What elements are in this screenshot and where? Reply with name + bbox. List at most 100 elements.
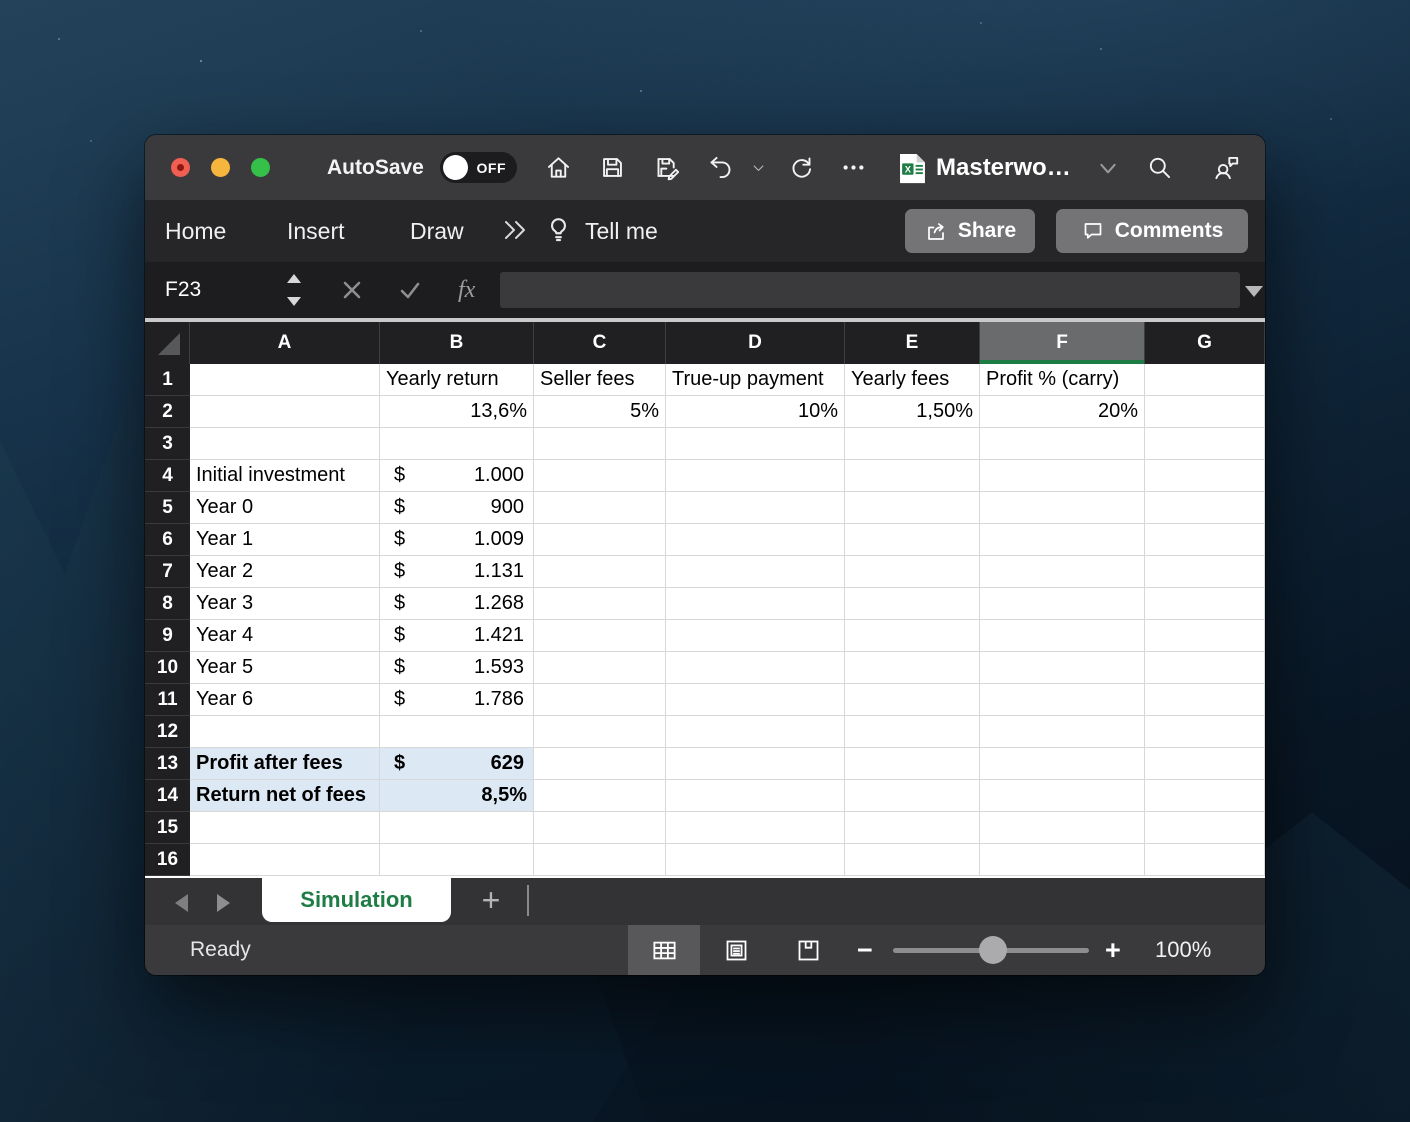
cell-B8[interactable]: $1.268 — [380, 588, 534, 620]
cell-B11[interactable]: $1.786 — [380, 684, 534, 716]
comments-button[interactable]: Comments — [1056, 209, 1248, 253]
undo-dropdown-chevron-icon[interactable] — [751, 161, 766, 176]
autosave-toggle[interactable]: OFF — [440, 152, 517, 183]
cell-C8[interactable] — [534, 588, 666, 620]
page-layout-view-button[interactable] — [700, 925, 772, 975]
cell-C16[interactable] — [534, 844, 666, 876]
column-header-B[interactable]: B — [380, 322, 534, 364]
cell-D10[interactable] — [666, 652, 845, 684]
cell-D6[interactable] — [666, 524, 845, 556]
cell-A6[interactable]: Year 1 — [190, 524, 380, 556]
cell-D4[interactable] — [666, 460, 845, 492]
cell-B4[interactable]: $1.000 — [380, 460, 534, 492]
cell-F13[interactable] — [980, 748, 1145, 780]
column-header-A[interactable]: A — [190, 322, 380, 364]
cell-B16[interactable] — [380, 844, 534, 876]
row-header-1[interactable]: 1 — [145, 364, 190, 396]
zoom-in-button[interactable]: + — [1105, 925, 1121, 975]
cell-A4[interactable]: Initial investment — [190, 460, 380, 492]
cell-B3[interactable] — [380, 428, 534, 460]
cell-A3[interactable] — [190, 428, 380, 460]
row-header-15[interactable]: 15 — [145, 812, 190, 844]
cell-C10[interactable] — [534, 652, 666, 684]
cell-B5[interactable]: $900 — [380, 492, 534, 524]
presence-people-icon[interactable] — [1213, 154, 1240, 181]
cell-G1[interactable] — [1145, 364, 1265, 396]
cell-C15[interactable] — [534, 812, 666, 844]
minimize-button[interactable] — [211, 158, 230, 177]
cell-C14[interactable] — [534, 780, 666, 812]
formula-input[interactable] — [500, 272, 1240, 308]
cell-F15[interactable] — [980, 812, 1145, 844]
cell-G6[interactable] — [1145, 524, 1265, 556]
sheet-tab-simulation[interactable]: Simulation — [262, 878, 451, 922]
cell-B10[interactable]: $1.593 — [380, 652, 534, 684]
cell-B14[interactable]: 8,5% — [380, 780, 534, 812]
cell-B6[interactable]: $1.009 — [380, 524, 534, 556]
cell-D14[interactable] — [666, 780, 845, 812]
cell-F9[interactable] — [980, 620, 1145, 652]
cell-F10[interactable] — [980, 652, 1145, 684]
cell-E5[interactable] — [845, 492, 980, 524]
cell-A1[interactable] — [190, 364, 380, 396]
cell-E10[interactable] — [845, 652, 980, 684]
lightbulb-icon[interactable] — [545, 216, 572, 246]
zoom-out-button[interactable]: − — [857, 925, 873, 975]
row-header-14[interactable]: 14 — [145, 780, 190, 812]
name-box-stepper[interactable] — [287, 274, 301, 306]
cell-F16[interactable] — [980, 844, 1145, 876]
cell-D1[interactable]: True-up payment — [666, 364, 845, 396]
cell-D8[interactable] — [666, 588, 845, 620]
tab-insert[interactable]: Insert — [287, 200, 345, 262]
tell-me-label[interactable]: Tell me — [585, 200, 658, 262]
more-options-icon[interactable] — [840, 154, 867, 181]
cell-D9[interactable] — [666, 620, 845, 652]
row-header-16[interactable]: 16 — [145, 844, 190, 876]
cell-F11[interactable] — [980, 684, 1145, 716]
select-all-corner[interactable] — [145, 322, 190, 364]
row-header-8[interactable]: 8 — [145, 588, 190, 620]
cell-E3[interactable] — [845, 428, 980, 460]
row-header-12[interactable]: 12 — [145, 716, 190, 748]
cell-D3[interactable] — [666, 428, 845, 460]
more-tabs-chevrons-icon[interactable] — [501, 217, 531, 243]
sheet-nav-left-icon[interactable] — [175, 894, 188, 912]
zoom-slider-thumb[interactable] — [979, 936, 1007, 964]
cell-G2[interactable] — [1145, 396, 1265, 428]
cell-B9[interactable]: $1.421 — [380, 620, 534, 652]
cell-F7[interactable] — [980, 556, 1145, 588]
cell-F5[interactable] — [980, 492, 1145, 524]
row-header-3[interactable]: 3 — [145, 428, 190, 460]
row-header-2[interactable]: 2 — [145, 396, 190, 428]
cell-E14[interactable] — [845, 780, 980, 812]
page-break-view-button[interactable] — [772, 925, 844, 975]
column-header-E[interactable]: E — [845, 322, 980, 364]
cell-G3[interactable] — [1145, 428, 1265, 460]
stepper-up-icon[interactable] — [287, 274, 301, 283]
add-sheet-button[interactable]: + — [470, 878, 512, 922]
cell-E7[interactable] — [845, 556, 980, 588]
row-header-10[interactable]: 10 — [145, 652, 190, 684]
cell-A14[interactable]: Return net of fees — [190, 780, 380, 812]
confirm-entry-icon[interactable] — [398, 278, 422, 302]
cell-B2[interactable]: 13,6% — [380, 396, 534, 428]
row-header-7[interactable]: 7 — [145, 556, 190, 588]
cell-B15[interactable] — [380, 812, 534, 844]
cell-A9[interactable]: Year 4 — [190, 620, 380, 652]
name-box[interactable]: F23 — [145, 262, 310, 318]
cell-E9[interactable] — [845, 620, 980, 652]
cell-E11[interactable] — [845, 684, 980, 716]
cell-A16[interactable] — [190, 844, 380, 876]
cell-G14[interactable] — [1145, 780, 1265, 812]
cell-F1[interactable]: Profit % (carry) — [980, 364, 1145, 396]
cell-A2[interactable] — [190, 396, 380, 428]
cell-F2[interactable]: 20% — [980, 396, 1145, 428]
cell-C1[interactable]: Seller fees — [534, 364, 666, 396]
cell-A10[interactable]: Year 5 — [190, 652, 380, 684]
column-header-C[interactable]: C — [534, 322, 666, 364]
normal-view-button[interactable] — [628, 925, 700, 975]
cell-E1[interactable]: Yearly fees — [845, 364, 980, 396]
cell-C3[interactable] — [534, 428, 666, 460]
cell-A15[interactable] — [190, 812, 380, 844]
cell-G8[interactable] — [1145, 588, 1265, 620]
